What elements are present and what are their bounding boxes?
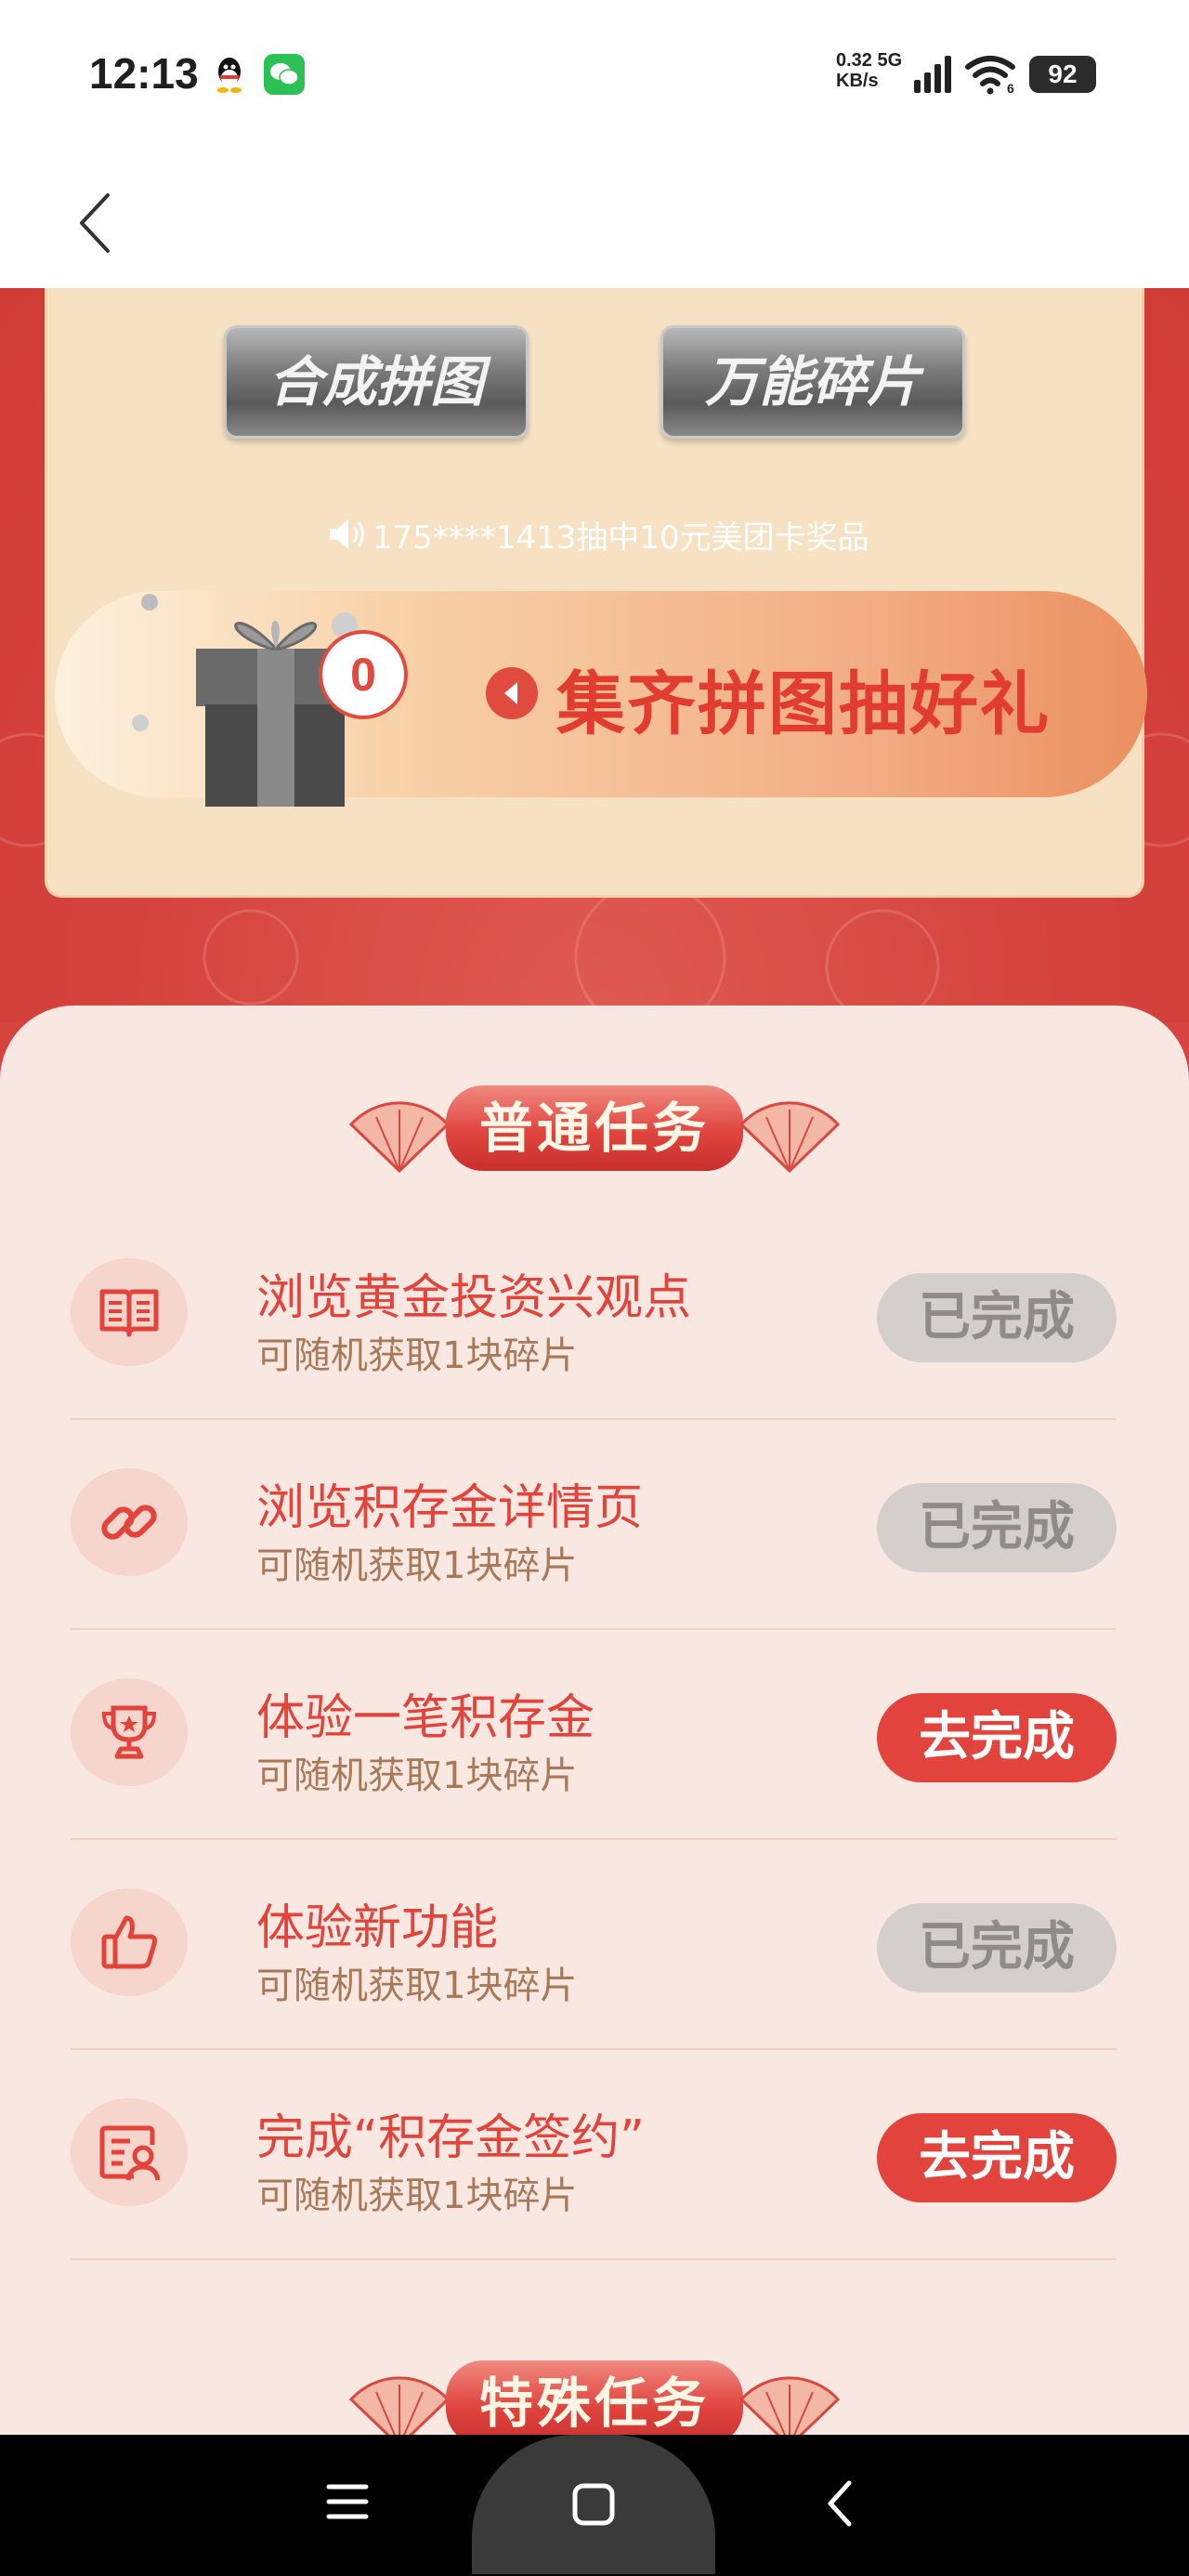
arrow-left-icon [486, 667, 538, 719]
task-subtitle: 可随机获取1块碎片 [256, 1544, 578, 1587]
thumbs-up-icon [101, 1915, 157, 1969]
task-subtitle: 可随机获取1块碎片 [256, 2175, 578, 2217]
winner-marquee: 175****1413抽中10元美团卡奖品 [326, 511, 902, 558]
task-title: 体验新功能 [256, 1900, 499, 1956]
task-go-button[interactable]: 去完成 [877, 2113, 1117, 2202]
svg-text:6: 6 [1007, 81, 1014, 95]
task-row: 体验一笔积存金 可随机获取1块碎片 去完成 [71, 1630, 1117, 1840]
chevron-left-icon[interactable] [67, 186, 123, 260]
section-title: 特殊任务 [478, 2372, 710, 2435]
menu-icon[interactable] [323, 2477, 372, 2526]
back-icon[interactable] [821, 2476, 858, 2531]
section-title: 普通任务 [478, 1097, 710, 1160]
fan-icon [348, 1101, 451, 1173]
task-row: 浏览黄金投资兴观点 可随机获取1块碎片 已完成 [71, 1210, 1117, 1420]
normal-tasks-header: 普通任务 [344, 1080, 845, 1182]
task-done-button[interactable]: 已完成 [877, 1273, 1117, 1362]
piece-count-badge: 0 [319, 630, 408, 719]
wechat-icon [264, 54, 305, 95]
system-nav-bar [0, 2435, 1189, 2576]
header [0, 149, 1189, 288]
task-icon-container [71, 1468, 188, 1576]
battery-icon: 92 [1029, 56, 1096, 93]
task-title: 完成“积存金签约” [256, 2110, 645, 2166]
draw-prize-title[interactable]: 集齐拼图抽好礼 [556, 649, 1114, 748]
task-title: 体验一笔积存金 [256, 1690, 595, 1746]
tasks-panel: 普通任务 浏览黄金投资兴观点 可随机获取1块碎片 已完成 浏览积存金详情页 可随… [0, 1005, 1189, 2448]
universal-piece-button[interactable]: 万能碎片 [660, 325, 965, 439]
task-icon-container [71, 1258, 188, 1366]
task-icon-container [71, 2098, 188, 2206]
task-subtitle: 可随机获取1块碎片 [256, 1965, 578, 2007]
status-bar: 12:13 0.32 5G KB/s 6 92 [0, 0, 1189, 149]
user-card-icon [99, 2125, 161, 2181]
task-subtitle: 可随机获取1块碎片 [256, 1334, 578, 1377]
task-subtitle: 可随机获取1块碎片 [256, 1755, 578, 1797]
task-done-button[interactable]: 已完成 [877, 1903, 1117, 1992]
status-time: 12:13 [89, 49, 199, 98]
qq-icon [217, 58, 242, 93]
task-row: 完成“积存金签约” 可随机获取1块碎片 去完成 [71, 2050, 1117, 2260]
signal-icon [914, 56, 951, 93]
trophy-icon [101, 1705, 157, 1759]
task-row: 体验新功能 可随机获取1块碎片 已完成 [71, 1840, 1117, 2050]
fan-icon [738, 1101, 841, 1173]
home-icon[interactable] [570, 2481, 617, 2528]
network-speed: 0.32 5G KB/s [836, 50, 903, 91]
combine-puzzle-button[interactable]: 合成拼图 [224, 325, 529, 439]
wifi-icon: 6 [965, 56, 1015, 95]
marquee-text: 175****1413抽中10元美团卡奖品 [372, 519, 869, 557]
task-icon-container [71, 1678, 188, 1786]
task-title: 浏览积存金详情页 [256, 1480, 644, 1536]
task-row: 浏览积存金详情页 可随机获取1块碎片 已完成 [71, 1420, 1117, 1630]
task-icon-container [71, 1888, 188, 1996]
task-go-button[interactable]: 去完成 [877, 1693, 1117, 1782]
puzzle-card: 合成拼图 万能碎片 175****1413抽中10元美团卡奖品 0 集齐拼图抽好… [45, 288, 1147, 898]
link-icon [101, 1505, 157, 1540]
book-icon [99, 1289, 159, 1337]
task-title: 浏览黄金投资兴观点 [256, 1270, 692, 1326]
task-done-button[interactable]: 已完成 [877, 1483, 1117, 1572]
